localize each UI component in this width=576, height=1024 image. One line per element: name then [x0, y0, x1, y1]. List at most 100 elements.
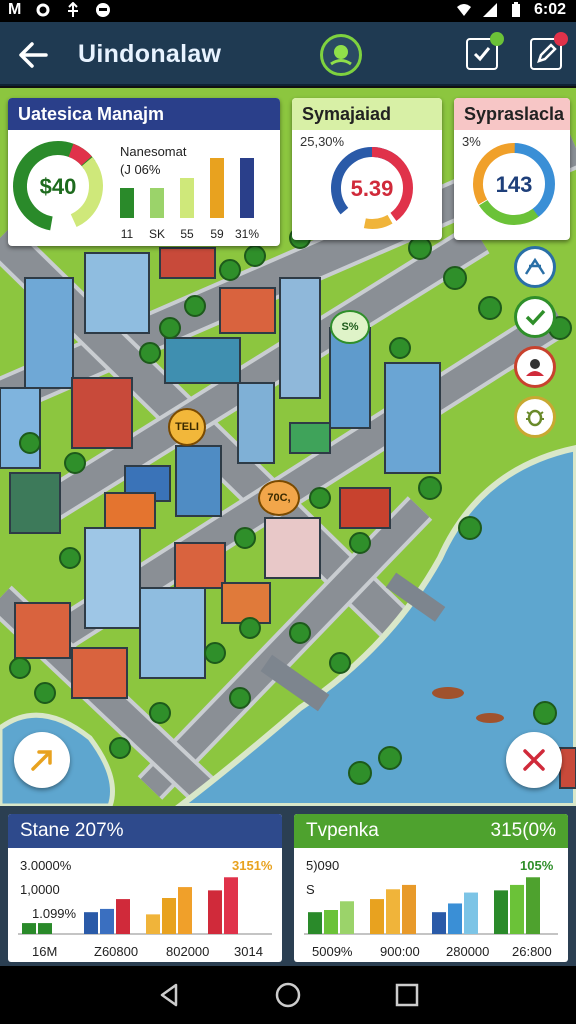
city-map[interactable]: TELI 70C, S% Uatesica Manajm $40 Nanesom…	[0, 88, 576, 806]
card-note: Nanesomat	[120, 144, 187, 159]
y-label: 1.099%	[32, 906, 77, 921]
card-title: Uatesica Manajm	[18, 104, 165, 124]
checklist-icon[interactable]	[466, 32, 504, 70]
panel-header: Tvpenka 315(0%	[294, 814, 568, 848]
donut-value: $40	[40, 174, 77, 199]
card-title: Symajaiad	[302, 104, 392, 124]
right-bar-chart: 5)090 S 105% 5009% 900:00 280000 26:800	[304, 858, 558, 959]
nav-back-icon[interactable]	[156, 982, 182, 1008]
chart-bar	[494, 890, 508, 934]
signal-icon	[482, 3, 497, 17]
close-icon	[523, 749, 545, 771]
advisor-icon	[526, 359, 544, 376]
nav-home-icon[interactable]	[275, 982, 301, 1008]
status-time: 6:02	[533, 1, 566, 18]
chart-bar	[162, 898, 176, 934]
edit-badge	[554, 32, 568, 46]
tick-label: SK	[149, 227, 165, 241]
bug-report-button[interactable]	[514, 396, 556, 438]
map-bubble-label[interactable]: TELI	[168, 408, 206, 446]
donut-value: 5.39	[351, 176, 394, 201]
chart-bar	[324, 910, 338, 934]
chart-bar	[210, 158, 224, 218]
back-arrow-icon[interactable]	[16, 38, 50, 72]
second-card-chart: 25,30% 5.39	[300, 134, 413, 229]
left-bar-chart: 3.0000% 1,0000 1.099% 3151% 16M Z60800 8…	[18, 858, 273, 959]
panel-header: Stane 207%	[8, 814, 282, 848]
chart-bar	[146, 914, 160, 934]
card-percent: 3%	[462, 134, 481, 149]
battery-icon	[511, 2, 520, 17]
main-card-chart: $40 Nanesomat (J 06% 11 SK 55 59 31%	[12, 141, 259, 241]
card-header: Uatesica Manajm	[8, 98, 280, 130]
chart-bar	[178, 887, 192, 934]
system-nav-bar	[0, 966, 576, 1024]
x-label: 5009%	[312, 944, 353, 959]
card-title: Sypraslacla	[464, 104, 565, 124]
settings-icon	[36, 3, 50, 17]
chart-bar	[448, 903, 462, 934]
x-label: 280000	[446, 944, 489, 959]
x-label: Z60800	[94, 944, 138, 959]
usb-icon	[68, 2, 79, 17]
card-header: Symajaiad	[292, 98, 442, 130]
chart-bar	[510, 884, 524, 934]
close-button[interactable]	[506, 732, 562, 788]
wifi-icon	[456, 4, 471, 16]
x-label: 16M	[32, 944, 57, 959]
map-layer-icon	[524, 257, 546, 275]
app-title: Uindonalaw	[78, 40, 222, 68]
stats-panel-right[interactable]: Tvpenka 315(0% 5)090 S 105% 5009% 900:00…	[294, 814, 568, 962]
chart-bar	[224, 877, 238, 934]
chart-bar	[116, 899, 130, 934]
chart-highlight: 105%	[520, 858, 554, 873]
card-percent: 25,30%	[300, 134, 345, 149]
tick-label: 55	[180, 227, 194, 241]
map-layer-button[interactable]	[514, 246, 556, 288]
y-label: 5)090	[306, 858, 339, 873]
stats-card-second[interactable]: Symajaiad 25,30% 5.39	[292, 98, 442, 240]
app-bar: Uindonalaw	[0, 22, 576, 86]
chart-bar	[22, 923, 36, 934]
nav-recents-icon[interactable]	[394, 982, 420, 1008]
chart-bar	[464, 892, 478, 934]
app-logo-icon[interactable]	[320, 34, 362, 76]
check-icon	[525, 309, 546, 326]
arrow-tool-icon	[31, 750, 52, 771]
bottom-panels: Stane 207% 3.0000% 1,0000 1.099% 3151% 1…	[0, 806, 576, 966]
chart-bar	[100, 908, 114, 934]
confirm-button[interactable]	[514, 296, 556, 338]
chart-bar	[526, 877, 540, 934]
arrow-tool-button[interactable]	[14, 732, 70, 788]
x-label: 900:00	[380, 944, 420, 959]
chart-bar	[208, 890, 222, 934]
chart-bar	[402, 884, 416, 934]
chart-bar	[432, 912, 446, 934]
chart-bar	[240, 158, 254, 218]
panel-title: Stane 207%	[20, 820, 124, 841]
bug-icon	[526, 409, 544, 427]
x-label: 26:800	[512, 944, 552, 959]
status-app-indicator: M	[8, 1, 22, 18]
chart-bar	[370, 899, 384, 934]
checklist-badge	[490, 32, 504, 46]
y-label: 3.0000%	[20, 858, 72, 873]
map-bubble-label[interactable]: 70C,	[258, 480, 300, 516]
x-label: 802000	[166, 944, 209, 959]
notification-icon	[96, 3, 111, 17]
tick-label: 11	[121, 227, 134, 241]
chart-bar	[308, 912, 322, 934]
y-label: 1,0000	[20, 882, 60, 897]
chart-bar	[180, 178, 194, 218]
panel-title: Tvpenka	[306, 820, 379, 841]
card-note: (J 06%	[120, 162, 161, 177]
stats-panel-left[interactable]: Stane 207% 3.0000% 1,0000 1.099% 3151% 1…	[8, 814, 282, 962]
y-label: S	[306, 882, 315, 897]
card-header: Sypraslacla	[454, 98, 570, 130]
advisor-button[interactable]	[514, 346, 556, 388]
edit-icon[interactable]	[530, 32, 568, 70]
chart-highlight: 3151%	[232, 858, 273, 873]
map-bubble-label[interactable]: S%	[330, 310, 370, 344]
stats-card-main[interactable]: Uatesica Manajm $40 Nanesomat (J 06% 11 S…	[8, 98, 280, 246]
stats-card-third[interactable]: Sypraslacla 3% 143	[454, 98, 570, 240]
